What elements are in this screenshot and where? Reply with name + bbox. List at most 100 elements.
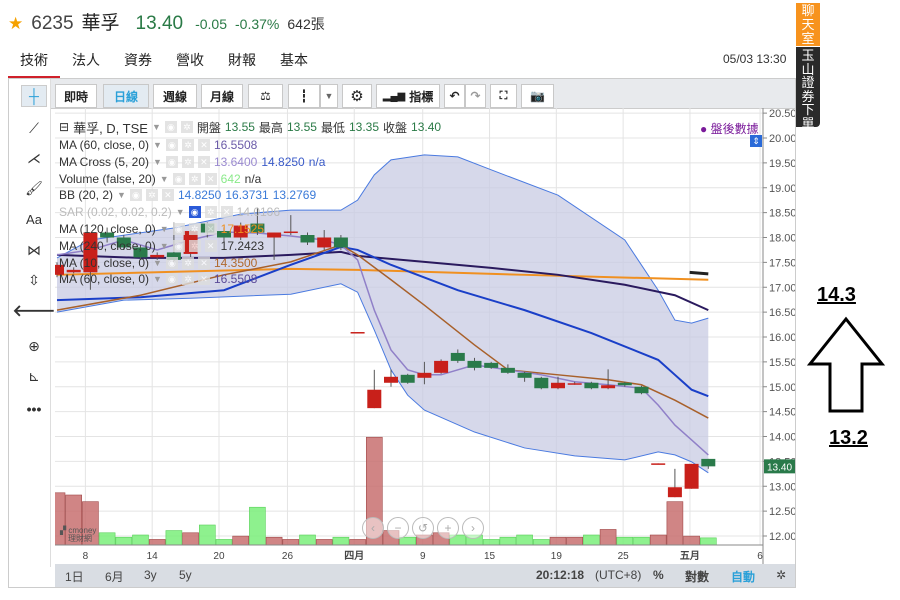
range-6m[interactable]: 6月 <box>105 568 124 585</box>
remove-icon[interactable]: ✕ <box>204 239 217 252</box>
volume-bar <box>315 539 333 546</box>
trendline-icon[interactable]: ⟋ <box>21 117 47 139</box>
auto-scale-toggle[interactable]: 自動 <box>731 568 755 585</box>
favorite-star-icon[interactable]: ★ <box>8 14 23 34</box>
remove-icon[interactable]: ✕ <box>197 273 210 286</box>
remove-icon[interactable]: ✕ <box>197 139 210 151</box>
up-arrow-icon <box>806 316 886 413</box>
log-scale-toggle[interactable]: 對數 <box>685 568 709 585</box>
redo-icon[interactable]: ↷ <box>465 84 486 108</box>
pattern-icon[interactable]: ⋈ <box>21 239 47 261</box>
gear-icon[interactable]: ✲ <box>180 121 193 133</box>
reset-icon[interactable]: ↺ <box>412 517 434 539</box>
settings-icon[interactable]: ✲ <box>776 568 786 582</box>
range-3y[interactable]: 3y <box>144 568 157 582</box>
broker-order-tab[interactable]: 玉山證券下單 <box>796 47 820 130</box>
realtime-button[interactable]: 即時 <box>55 84 97 108</box>
candle-body <box>317 237 332 248</box>
visibility-icon[interactable]: ◉ <box>165 139 178 151</box>
chart-type-dropdown-icon[interactable]: ▼ <box>320 84 338 108</box>
monthly-button[interactable]: 月線 <box>201 84 243 108</box>
gear-icon[interactable]: ✲ <box>188 239 201 252</box>
indicator-value: 16.3731 <box>225 188 269 203</box>
back-arrow-icon[interactable]: 🡐 <box>13 299 56 321</box>
dropdown-icon[interactable]: ▼ <box>117 190 126 200</box>
gear-icon[interactable]: ✲ <box>181 139 194 151</box>
more-icon[interactable]: ••• <box>21 398 47 420</box>
undo-icon[interactable]: ↶ <box>444 84 465 108</box>
tab-basic[interactable]: 基本 <box>268 48 320 78</box>
tab-technical[interactable]: 技術 <box>8 48 60 78</box>
visibility-icon[interactable]: ◉ <box>188 206 201 219</box>
scroll-left-icon[interactable]: ‹ <box>362 517 384 539</box>
volume-bar <box>232 535 249 546</box>
chat-room-tab[interactable]: 聊天室 <box>796 3 820 46</box>
gear-icon[interactable]: ✲ <box>181 155 194 168</box>
tab-institutional[interactable]: 法人 <box>60 48 112 78</box>
visibility-icon[interactable]: ◉ <box>172 172 185 185</box>
gear-icon[interactable]: ✲ <box>181 273 194 286</box>
remove-icon[interactable]: ✕ <box>220 206 233 219</box>
dropdown-icon[interactable]: ▼ <box>153 157 162 167</box>
visibility-icon[interactable]: ◉ <box>129 189 142 202</box>
zoom-out-icon[interactable]: − <box>387 517 409 539</box>
remove-icon[interactable]: ✕ <box>204 223 217 235</box>
compare-scale-icon[interactable]: ⚖ <box>248 84 283 108</box>
weekly-button[interactable]: 週線 <box>153 84 197 108</box>
camera-icon[interactable]: 📷 <box>521 84 554 108</box>
gear-icon[interactable]: ✲ <box>181 256 194 269</box>
dropdown-icon[interactable]: ▼ <box>153 274 162 284</box>
scroll-right-icon[interactable]: › <box>462 517 484 539</box>
candle-body <box>601 385 616 389</box>
gear-icon[interactable]: ✲ <box>188 172 201 185</box>
settings-gear-icon[interactable]: ⚙ <box>342 84 372 108</box>
visibility-icon[interactable]: ◉ <box>165 256 178 269</box>
visibility-icon[interactable]: ◉ <box>165 273 178 286</box>
remove-icon[interactable]: ✕ <box>204 172 217 185</box>
candle-type-icon[interactable]: ┇ <box>288 84 320 108</box>
dropdown-icon[interactable]: ▼ <box>160 241 169 251</box>
collapse-icon[interactable]: ⊟ <box>59 120 69 134</box>
range-5y[interactable]: 5y <box>179 568 192 582</box>
measure-icon[interactable]: ⇳ <box>21 269 47 291</box>
crosshair-icon[interactable]: ┼ <box>21 85 47 107</box>
tab-revenue[interactable]: 營收 <box>164 48 216 78</box>
percent-toggle[interactable]: % <box>653 568 664 582</box>
quote-datetime: 05/03 13:30 <box>723 52 787 66</box>
ruler-icon[interactable]: ⊾ <box>21 365 47 387</box>
gear-icon[interactable]: ✲ <box>204 206 217 219</box>
y-tick-label: 14.50 <box>769 407 795 419</box>
candle-body <box>634 386 649 394</box>
pitchfork-icon[interactable]: ⋌ <box>21 147 47 169</box>
indicator-value: 16.5508 <box>213 138 258 152</box>
zoom-in-icon[interactable]: + <box>437 517 459 539</box>
volume-bar <box>182 532 199 546</box>
fullscreen-icon[interactable]: ⛶ <box>490 84 517 108</box>
dropdown-icon[interactable]: ▼ <box>160 224 169 234</box>
dropdown-icon[interactable]: ▼ <box>160 174 169 184</box>
visibility-icon[interactable]: ◉ <box>164 121 177 133</box>
range-1d[interactable]: 1日 <box>65 568 84 585</box>
visibility-icon[interactable]: ◉ <box>172 239 185 252</box>
remove-icon[interactable]: ✕ <box>197 155 210 168</box>
dropdown-icon[interactable]: ▼ <box>176 207 185 217</box>
visibility-icon[interactable]: ◉ <box>172 223 185 235</box>
dropdown-icon[interactable]: ▼ <box>153 140 162 150</box>
visibility-icon[interactable]: ◉ <box>165 155 178 168</box>
dropdown-icon[interactable]: ▼ <box>153 258 162 268</box>
tab-margin[interactable]: 資券 <box>112 48 164 78</box>
daily-button[interactable]: 日線 <box>103 84 149 108</box>
remove-icon[interactable]: ✕ <box>197 256 210 269</box>
zoom-in-icon[interactable]: ⊕ <box>21 335 47 357</box>
remove-icon[interactable]: ✕ <box>161 189 174 202</box>
dropdown-icon[interactable]: ▼ <box>152 122 161 132</box>
tab-financials[interactable]: 財報 <box>216 48 268 78</box>
scale-toggle-icon[interactable]: ⇕ <box>750 135 762 147</box>
y-tick-label: 20.00 <box>769 133 795 145</box>
gear-icon[interactable]: ✲ <box>145 189 158 202</box>
high-label: 最高 <box>258 120 283 135</box>
brush-icon[interactable]: 🖌 <box>21 177 47 199</box>
indicators-button[interactable]: ▂▄▆ 指標 <box>376 84 440 108</box>
text-tool-icon[interactable]: Aa <box>21 208 47 230</box>
gear-icon[interactable]: ✲ <box>188 223 201 235</box>
